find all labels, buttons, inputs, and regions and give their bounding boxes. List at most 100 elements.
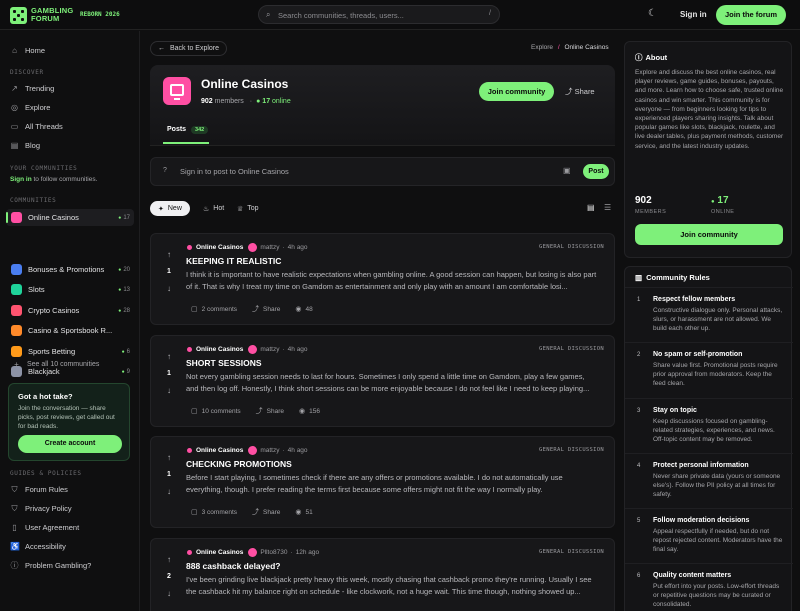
downvote-icon[interactable]: ↓ (164, 283, 174, 294)
post-meta: Online Casinos mattzy · 4h ago (187, 345, 308, 354)
nav-user-agreement[interactable]: ▯ User Agreement (10, 520, 79, 534)
upvote-icon[interactable]: ↑ (164, 351, 174, 362)
post-community[interactable]: Online Casinos (196, 447, 243, 454)
hot-take-card: Got a hot take? Join the conversation — … (8, 383, 130, 461)
shield-icon: ⛉ (11, 503, 18, 513)
post-meta: Online Casinos mattzy · 4h ago (187, 243, 308, 252)
see-all-communities-link[interactable]: + See all 10 communities (12, 357, 99, 371)
post-author[interactable]: Pllto8730 (260, 549, 287, 556)
breadcrumb-explore[interactable]: Explore (531, 44, 553, 51)
nav-trending[interactable]: ↗ Trending (10, 81, 54, 95)
about-text: Explore and discuss the best online casi… (635, 69, 784, 150)
nav-problem-gambling[interactable]: ⓘ Problem Gambling? (10, 558, 92, 572)
nav-home[interactable]: ⌂ Home (10, 43, 45, 57)
rules-card: ▥ Community Rules 1 Respect fellow members… (624, 266, 793, 611)
sort-top[interactable]: ♕ Top (229, 201, 267, 216)
upvote-icon[interactable]: ↑ (164, 452, 174, 463)
join-community-button[interactable]: Join community (479, 82, 554, 101)
comments-button[interactable]: ▢ 10 comments (191, 406, 241, 416)
post-tag: GENERAL DISCUSSION (538, 549, 604, 555)
post-card[interactable]: ↑ 2 ↓ Online Casinos Pllto8730 · 12h ago… (150, 538, 615, 611)
sidebar: ⌂ Home DISCOVER ↗ Trending ◎ Explore ▭ All T… (0, 31, 140, 611)
post-title[interactable]: SHORT SESSIONS (186, 358, 262, 368)
info-icon: ⓘ (635, 53, 643, 62)
post-title[interactable]: 888 cashback delayed? (186, 561, 281, 571)
join-forum-button[interactable]: Join the forum (716, 5, 786, 25)
comments-button[interactable]: ▢ 2 comments (191, 304, 237, 314)
sidebar-item-bonuses[interactable]: Bonuses & Promotions 20 (6, 261, 134, 278)
post-time: 4h ago (287, 346, 308, 353)
post-author[interactable]: mattzy (260, 346, 279, 353)
nav-explore[interactable]: ◎ Explore (10, 100, 50, 114)
community-stats: 902 members · ● 17 online (201, 98, 291, 105)
avatar (248, 446, 258, 455)
sidebar-item-casino-sportsbook[interactable]: Casino & Sportsbook R... (6, 322, 134, 339)
comments-button[interactable]: ▢ 3 comments (191, 507, 237, 517)
back-to-explore-button[interactable]: ← Back to Explore (150, 41, 228, 56)
post-community[interactable]: Online Casinos (196, 346, 243, 353)
sidebar-item-online-casinos[interactable]: Online Casinos 17 (6, 209, 134, 226)
nav-blog[interactable]: ▤ Blog (10, 138, 40, 152)
sort-hot[interactable]: ♨ Hot (195, 201, 232, 216)
nav-all-threads[interactable]: ▭ All Threads (10, 119, 63, 133)
book-icon: ▤ (10, 140, 19, 150)
arrow-left-icon: ← (158, 45, 165, 52)
post-button[interactable]: Post (583, 164, 609, 179)
rule-item: 2 No spam or self-promotion Share value fi… (625, 342, 793, 398)
post-tag: GENERAL DISCUSSION (538, 346, 604, 352)
post-author[interactable]: mattzy (260, 244, 279, 251)
post-community[interactable]: Online Casinos (196, 244, 243, 251)
post-body: I think it is important to have realisti… (186, 270, 597, 291)
post-title[interactable]: CHECKING PROMOTIONS (186, 459, 292, 469)
list-view-icon[interactable]: ☰ (604, 203, 611, 212)
nav-privacy-policy[interactable]: ⛉ Privacy Policy (10, 501, 72, 515)
tab-posts[interactable]: Posts 342 (167, 126, 209, 134)
comment-icon: ▢ (191, 306, 198, 313)
trending-icon: ↗ (11, 83, 18, 93)
vote-control: ↑ 1 ↓ (164, 452, 174, 497)
post-community[interactable]: Online Casinos (196, 549, 243, 556)
share-community-button[interactable]: ⤴ Share (565, 86, 595, 97)
downvote-icon[interactable]: ↓ (164, 486, 174, 497)
communities-label: COMMUNITIES (10, 197, 57, 204)
card-view-icon[interactable]: ▤ (587, 203, 595, 212)
post-composer[interactable]: ? Sign in to post to Online Casinos ▣ Po… (150, 157, 615, 186)
downvote-icon[interactable]: ↓ (164, 385, 174, 396)
sign-in-link[interactable]: Sign in (680, 10, 707, 19)
accessibility-icon: ♿ (10, 541, 20, 551)
upvote-icon[interactable]: ↑ (164, 554, 174, 565)
join-community-side-button[interactable]: Join community (635, 224, 783, 245)
online-count: 28 (118, 308, 130, 314)
downvote-icon[interactable]: ↓ (164, 588, 174, 599)
sidebar-sign-in-link[interactable]: Sign in (10, 176, 32, 183)
moon-icon[interactable]: ☾ (648, 8, 657, 19)
plus-icon: + (14, 359, 19, 369)
post-card[interactable]: ↑ 1 ↓ Online Casinos mattzy · 4h ago GEN… (150, 233, 615, 325)
share-button[interactable]: ⤴ Share (252, 304, 280, 314)
image-icon[interactable]: ▣ (563, 166, 571, 175)
vote-control: ↑ 2 ↓ (164, 554, 174, 599)
search-input[interactable]: ⌕ Search communities, threads, users... … (258, 5, 500, 24)
shield-icon: ⛉ (11, 484, 18, 494)
logo-text[interactable]: GAMBLING FORUM (31, 7, 73, 23)
share-button[interactable]: ⤴ Share (256, 406, 284, 416)
nav-forum-rules[interactable]: ⛉ Forum Rules (10, 482, 68, 496)
sort-new[interactable]: ✦ New (150, 201, 190, 216)
search-placeholder: Search communities, threads, users... (278, 11, 404, 20)
share-button[interactable]: ⤴ Share (252, 507, 280, 517)
views-count: ◉ 51 (295, 508, 313, 517)
post-card[interactable]: ↑ 1 ↓ Online Casinos mattzy · 4h ago GEN… (150, 436, 615, 528)
sidebar-item-slots[interactable]: Slots 13 (6, 281, 134, 298)
sidebar-item-crypto-casinos[interactable]: Crypto Casinos 28 (6, 302, 134, 319)
upvote-icon[interactable]: ↑ (164, 249, 174, 260)
post-author[interactable]: mattzy (260, 447, 279, 454)
create-account-button[interactable]: Create account (18, 435, 122, 453)
nav-accessibility[interactable]: ♿ Accessibility (10, 539, 66, 553)
rule-item: 3 Stay on topic Keep discussions focused o… (625, 398, 793, 453)
post-tag: GENERAL DISCUSSION (538, 447, 604, 453)
post-title[interactable]: KEEPING IT REALISTIC (186, 256, 281, 266)
logo-icon[interactable] (10, 7, 27, 24)
avatar (248, 345, 258, 354)
avatar (248, 243, 258, 252)
post-card[interactable]: ↑ 1 ↓ Online Casinos mattzy · 4h ago GEN… (150, 335, 615, 427)
